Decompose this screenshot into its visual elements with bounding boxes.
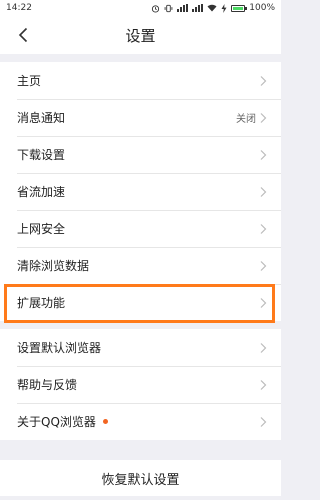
settings-item-label: 上网安全 <box>17 222 66 236</box>
status-bar: 14:22 100% <box>0 0 281 16</box>
notifications-status-value: 关闭 <box>236 114 256 125</box>
settings-item-label: 主页 <box>17 74 42 88</box>
chevron-right-icon <box>260 112 267 123</box>
chevron-right-icon <box>260 149 267 160</box>
settings-item-label-wrap: 关于QQ浏览器 <box>17 413 259 430</box>
signal-2-icon <box>192 4 204 12</box>
settings-group-about: 设置默认浏览器 帮助与反馈 关于QQ浏览器 <box>0 329 281 440</box>
settings-item-help-feedback[interactable]: 帮助与反馈 <box>0 366 281 403</box>
chevron-right-icon <box>260 260 267 271</box>
battery-fill <box>233 6 244 10</box>
settings-item-label: 下载设置 <box>17 148 66 162</box>
settings-item-extensions[interactable]: 扩展功能 <box>0 284 281 321</box>
chevron-right-icon <box>260 297 267 308</box>
settings-item-about[interactable]: 关于QQ浏览器 <box>0 403 281 440</box>
restore-defaults-label: 恢复默认设置 <box>101 472 180 488</box>
chevron-right-icon <box>260 186 267 197</box>
settings-item-label: 省流加速 <box>17 185 66 199</box>
chevron-right-icon <box>260 342 267 353</box>
settings-item-default-browser[interactable]: 设置默认浏览器 <box>0 329 281 366</box>
wifi-icon <box>207 4 217 12</box>
chevron-right-icon <box>260 75 267 86</box>
chevron-right-icon <box>260 223 267 234</box>
settings-item-label: 消息通知 <box>17 111 66 125</box>
settings-item-download[interactable]: 下载设置 <box>0 136 281 173</box>
signal-icon <box>177 4 189 12</box>
new-badge-dot <box>102 419 108 424</box>
chevron-left-icon <box>18 27 28 43</box>
settings-item-label: 关于QQ浏览器 <box>17 415 96 429</box>
back-button[interactable] <box>12 24 34 46</box>
settings-item-label: 清除浏览数据 <box>17 259 90 273</box>
settings-group-main: 主页 消息通知 关闭 下载设置 省流加速 上网安全 清除浏览数据 扩展功能 <box>0 62 281 321</box>
settings-item-security[interactable]: 上网安全 <box>0 210 281 247</box>
charging-icon <box>221 3 227 13</box>
status-time: 14:22 <box>6 3 32 13</box>
settings-item-label: 扩展功能 <box>17 296 66 310</box>
page-title: 设置 <box>125 26 156 45</box>
settings-item-label: 帮助与反馈 <box>17 378 78 392</box>
alarm-icon <box>152 4 160 13</box>
settings-item-home[interactable]: 主页 <box>0 62 281 99</box>
vibrate-icon <box>164 4 173 12</box>
battery-percent: 100% <box>249 3 275 13</box>
status-icons: 100% <box>151 3 275 13</box>
chevron-right-icon <box>260 379 267 390</box>
restore-defaults-button[interactable]: 恢复默认设置 <box>0 460 281 496</box>
settings-item-label: 设置默认浏览器 <box>17 341 102 355</box>
battery-icon <box>231 4 248 12</box>
settings-item-data-saver[interactable]: 省流加速 <box>0 173 281 210</box>
settings-item-clear-data[interactable]: 清除浏览数据 <box>0 247 281 284</box>
header-bar: 设置 <box>0 16 281 54</box>
chevron-right-icon <box>260 416 267 427</box>
settings-item-notifications[interactable]: 消息通知 关闭 <box>0 99 281 136</box>
